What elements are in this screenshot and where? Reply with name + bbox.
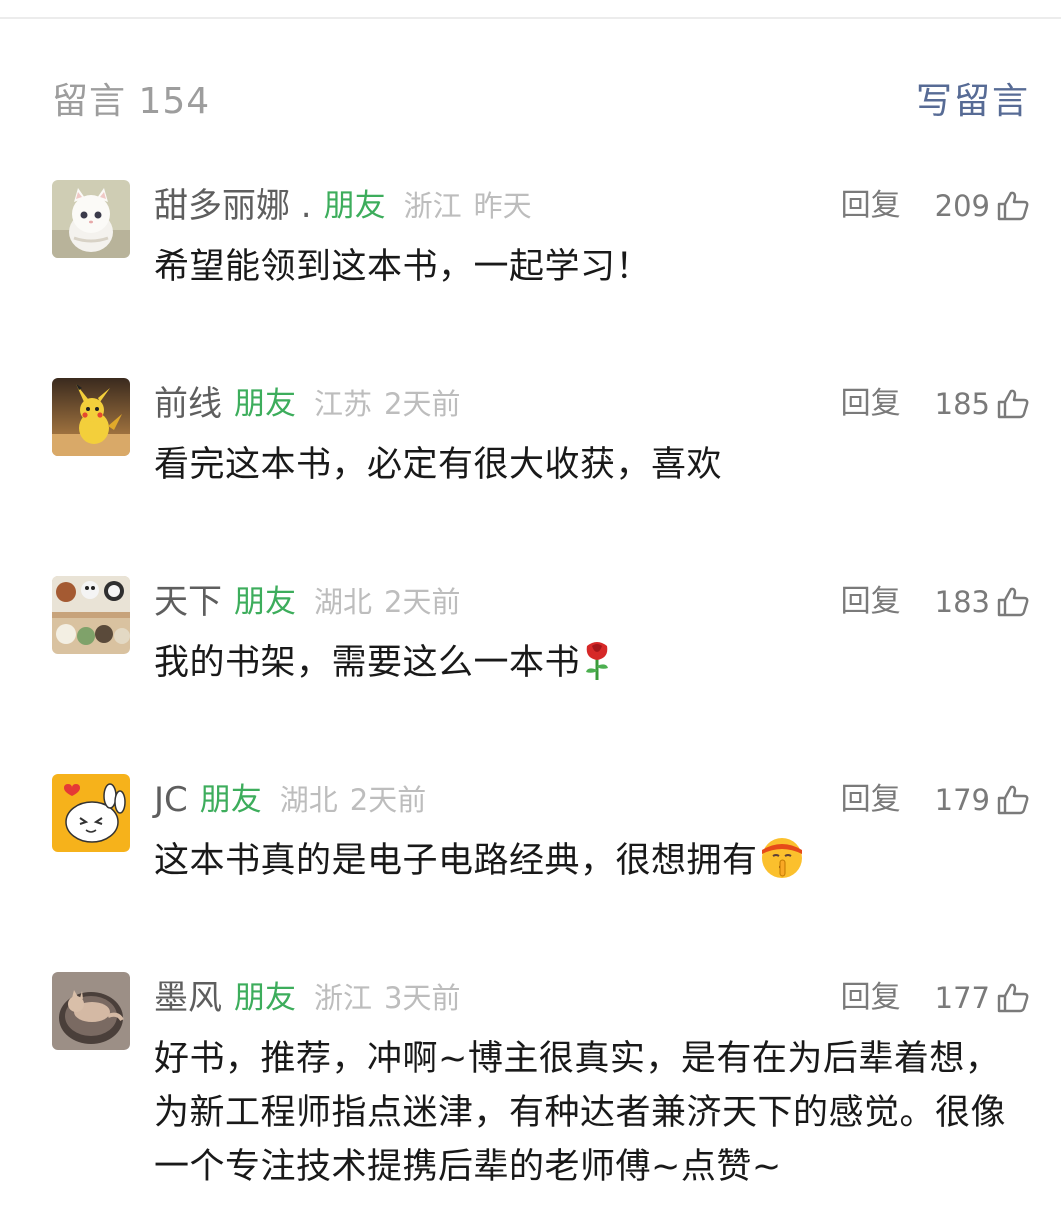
avatar[interactable]	[52, 180, 130, 258]
comment-time: 3天前	[384, 981, 461, 1015]
comment-content: 这本书真的是电子电路经典，很想拥有	[154, 834, 1014, 896]
comment-actions: 回复 209	[841, 180, 1030, 232]
friend-tag: 朋友	[234, 980, 296, 1016]
friend-tag: 朋友	[234, 584, 296, 620]
avatar[interactable]	[52, 774, 130, 852]
comment-item: JC 朋友 湖北 2天前 回复 179 这本书真的是电子电路经典，很想拥有	[52, 774, 1030, 894]
comment-actions: 回复 185	[841, 378, 1030, 430]
thumbs-up-icon	[996, 388, 1030, 420]
pikachu-avatar-image	[52, 378, 130, 456]
like-count: 185	[934, 387, 990, 421]
comment-text: 我的书架，需要这么一本书	[154, 643, 581, 683]
reply-button[interactable]: 回复	[841, 576, 901, 628]
comments-count-title: 留言 154	[52, 81, 211, 122]
avatar[interactable]	[52, 576, 130, 654]
reply-button[interactable]: 回复	[841, 378, 901, 430]
like-count: 179	[934, 783, 990, 817]
comment-region: 湖北	[279, 783, 338, 817]
comment-actions: 回复 183	[841, 576, 1030, 628]
like-button[interactable]: 183	[935, 576, 1030, 628]
comment-content: 看完这本书，必定有很大收获，喜欢	[154, 445, 723, 485]
comment-meta: 天下 朋友 湖北 2天前	[154, 576, 460, 628]
comment-meta: 墨风 朋友 浙江 3天前	[154, 972, 460, 1024]
rose-emoji	[582, 640, 612, 698]
comment-item: 前线 朋友 江苏 2天前 回复 185 看完这本书，必定有很大收获，喜欢	[52, 378, 1030, 498]
comment-item: 墨风 朋友 浙江 3天前 回复 177 好书，推荐，冲啊~博主很真实，是有在为后…	[52, 972, 1030, 1202]
comment-nickname[interactable]: JC	[154, 774, 188, 826]
comment-item: 天下 朋友 湖北 2天前 回复 183 我的书架，需要这么一本书	[52, 576, 1030, 696]
thumbs-up-icon	[996, 586, 1030, 618]
shushing-face-emoji	[760, 836, 804, 896]
cartoon-rabbit-avatar-image	[52, 774, 130, 852]
thumbs-up-icon	[996, 190, 1030, 222]
thumbs-up-icon	[996, 784, 1030, 816]
comment-time: 昨天	[473, 189, 532, 223]
like-count: 209	[934, 189, 990, 223]
comment-meta: 甜多丽娜 . 朋友 浙江 昨天	[154, 180, 532, 232]
comment-content: 希望能领到这本书，一起学习！	[154, 247, 652, 287]
white-kitten-avatar-image	[52, 180, 130, 258]
figurines-avatar-image	[52, 576, 130, 654]
like-count: 183	[934, 585, 990, 619]
like-count: 177	[934, 981, 990, 1015]
reply-button[interactable]: 回复	[841, 972, 901, 1024]
comment-time: 2天前	[349, 783, 427, 817]
like-button[interactable]: 179	[935, 774, 1030, 826]
write-comment-button[interactable]: 写留言	[916, 76, 1030, 128]
comment-content: 我的书架，需要这么一本书	[154, 636, 1014, 698]
comment-actions: 回复 179	[841, 774, 1030, 826]
comment-nickname[interactable]: 前线	[154, 378, 222, 430]
comment-nickname[interactable]: 天下	[154, 576, 222, 628]
friend-tag: 朋友	[323, 188, 386, 224]
reply-button[interactable]: 回复	[841, 774, 901, 826]
comment-time: 2天前	[384, 585, 461, 619]
comment-time: 2天前	[384, 387, 461, 421]
comment-region: 湖北	[314, 585, 373, 619]
top-divider	[0, 17, 1061, 19]
like-button[interactable]: 185	[935, 378, 1030, 430]
comment-region: 江苏	[314, 387, 373, 421]
comment-item: 甜多丽娜 . 朋友 浙江 昨天 回复 209 希望能领到这本书，一起学习！	[52, 180, 1030, 300]
avatar[interactable]	[52, 378, 130, 456]
comment-content: 好书，推荐，冲啊~博主很真实，是有在为后辈着想，为新工程师指点迷津，有种达者兼济…	[154, 1039, 1007, 1187]
comment-actions: 回复 177	[841, 972, 1030, 1024]
comment-region: 浙江	[314, 981, 373, 1015]
like-button[interactable]: 177	[935, 972, 1030, 1024]
comment-meta: JC 朋友 湖北 2天前	[154, 774, 426, 826]
cat-in-bowl-avatar-image	[52, 972, 130, 1050]
comments-header: 留言 154 写留言	[52, 76, 1030, 132]
comment-meta: 前线 朋友 江苏 2天前	[154, 378, 460, 430]
reply-button[interactable]: 回复	[841, 180, 901, 232]
friend-tag: 朋友	[234, 386, 296, 422]
comment-nickname[interactable]: 墨风	[154, 972, 222, 1024]
comment-nickname[interactable]: 甜多丽娜 .	[154, 180, 312, 232]
thumbs-up-icon	[996, 982, 1030, 1014]
like-button[interactable]: 209	[935, 180, 1030, 232]
comment-region: 浙江	[403, 189, 462, 223]
comment-text: 这本书真的是电子电路经典，很想拥有	[154, 841, 758, 881]
avatar[interactable]	[52, 972, 130, 1050]
friend-tag: 朋友	[199, 782, 262, 818]
